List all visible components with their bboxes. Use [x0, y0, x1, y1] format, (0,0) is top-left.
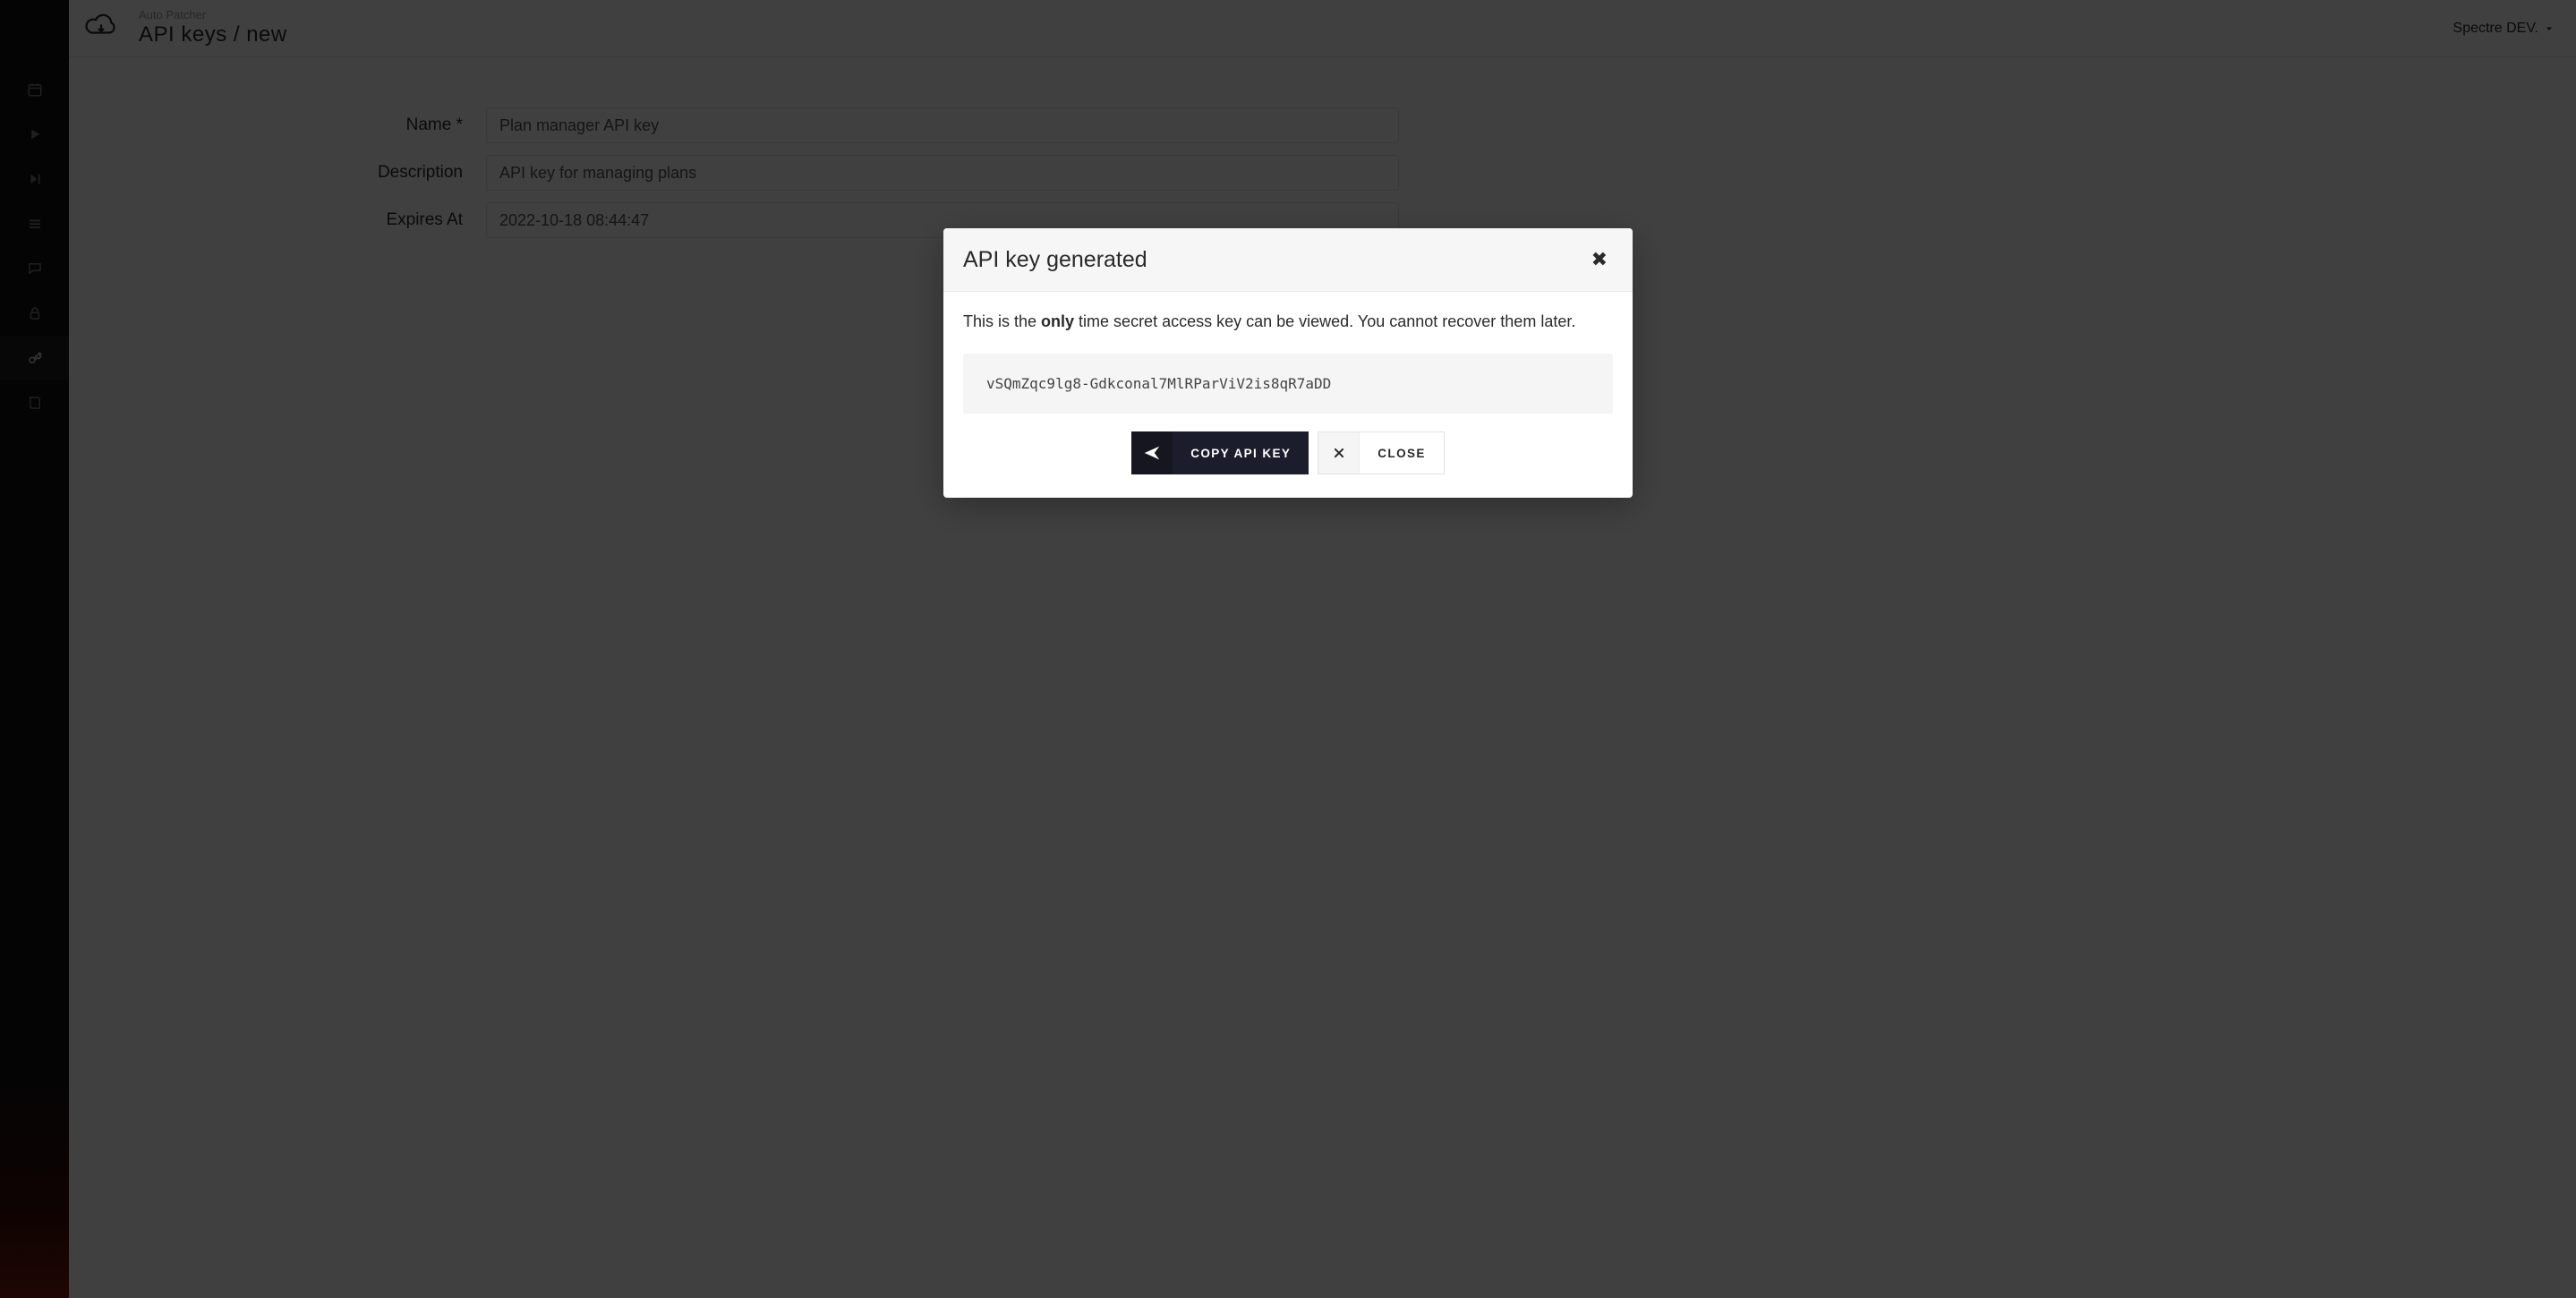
x-icon: [1318, 432, 1360, 474]
warn-prefix: This is the: [963, 312, 1041, 330]
api-key-value[interactable]: vSQmZqc9lg8-Gdkconal7MlRParViV2is8qR7aDD: [963, 354, 1613, 414]
send-icon: [1131, 431, 1173, 474]
close-label: CLOSE: [1360, 432, 1444, 474]
api-key-modal: API key generated ✖ This is the only tim…: [943, 228, 1633, 498]
modal-warning: This is the only time secret access key …: [963, 310, 1613, 334]
copy-api-key-button[interactable]: COPY API KEY: [1131, 431, 1309, 474]
modal-close-x[interactable]: ✖: [1586, 246, 1613, 273]
close-button[interactable]: CLOSE: [1318, 431, 1445, 474]
copy-label: COPY API KEY: [1173, 431, 1309, 474]
close-icon: ✖: [1591, 248, 1608, 270]
warn-suffix: time secret access key can be viewed. Yo…: [1074, 312, 1575, 330]
warn-bold: only: [1041, 312, 1074, 330]
modal-overlay: API key generated ✖ This is the only tim…: [0, 0, 2576, 1298]
modal-title: API key generated: [963, 247, 1147, 273]
